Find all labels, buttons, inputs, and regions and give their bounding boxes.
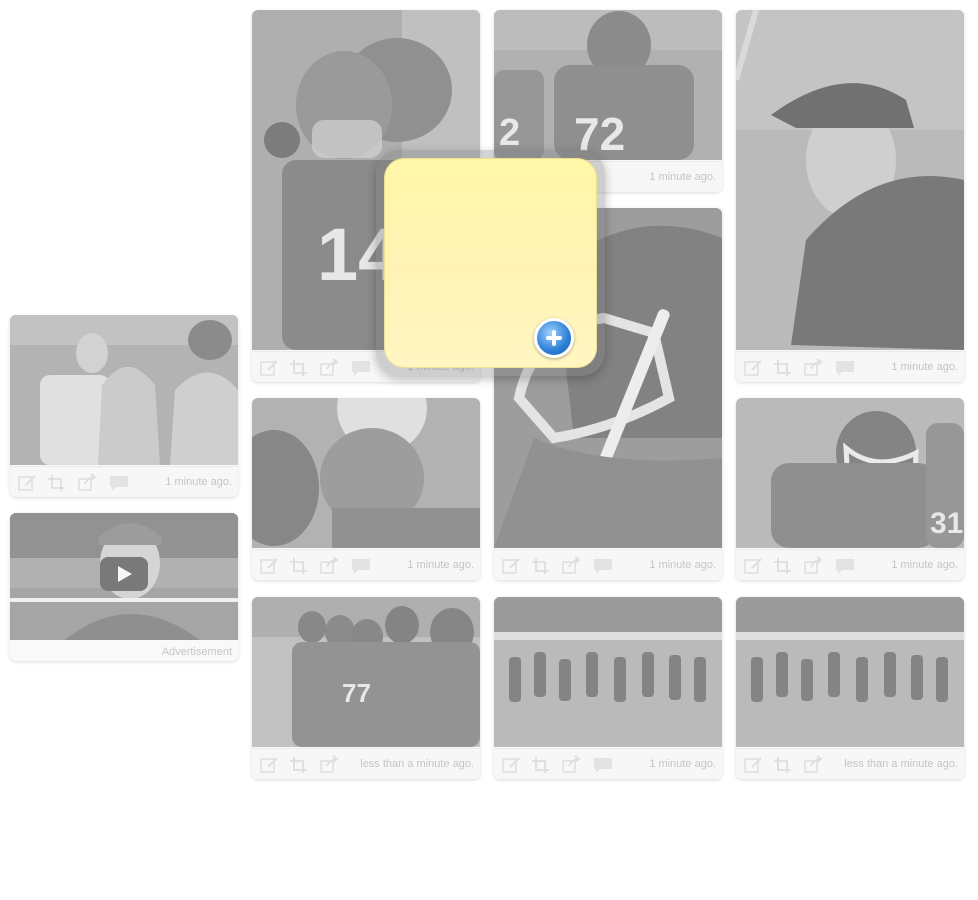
play-button[interactable] [100,557,148,591]
card-toolbar: less than a minute ago. [736,748,964,779]
crop-icon[interactable] [288,358,310,378]
card-toolbar: less than a minute ago. [252,748,480,779]
video-ad-card[interactable]: Advertisement [10,513,238,661]
sticky-note[interactable] [384,158,597,368]
photo[interactable] [252,398,480,548]
advertisement-label: Advertisement [161,646,232,658]
edit-icon[interactable] [500,556,522,576]
photo-card[interactable]: 31 1 minute ago. [736,398,964,580]
timestamp: 1 minute ago. [649,758,716,770]
edit-icon[interactable] [16,473,38,493]
photo-card[interactable]: 77 less than a minute ago. [252,597,480,779]
photo-board: 14 1 minute ago. 72 2 [0,0,978,900]
card-toolbar: 1 minute ago. [736,351,964,382]
edit-icon[interactable] [742,358,764,378]
share-icon[interactable] [560,755,582,775]
comment-icon[interactable] [592,755,614,775]
card-toolbar: 1 minute ago. [494,748,722,779]
share-icon[interactable] [318,755,340,775]
edit-icon[interactable] [742,755,764,775]
crop-icon[interactable] [288,556,310,576]
edit-icon[interactable] [258,556,280,576]
card-toolbar: 1 minute ago. [494,549,722,580]
photo[interactable] [736,597,964,747]
share-icon[interactable] [802,556,824,576]
video-progress[interactable] [10,598,238,602]
crop-icon[interactable] [46,473,68,493]
crop-icon[interactable] [288,755,310,775]
share-icon[interactable] [318,556,340,576]
sticky-note-frame [376,150,605,376]
photo[interactable] [10,315,238,465]
share-icon[interactable] [318,358,340,378]
crop-icon[interactable] [772,556,794,576]
timestamp: less than a minute ago. [360,758,474,770]
card-toolbar: 1 minute ago. [252,549,480,580]
edit-icon[interactable] [258,358,280,378]
comment-icon[interactable] [350,556,372,576]
card-toolbar: 1 minute ago. [736,549,964,580]
timestamp: less than a minute ago. [844,758,958,770]
photo-card[interactable]: 1 minute ago. [494,597,722,779]
photo[interactable]: 72 2 [494,10,722,160]
photo[interactable]: 77 [252,597,480,747]
photo[interactable] [736,10,964,350]
edit-icon[interactable] [258,755,280,775]
add-icon[interactable] [534,318,574,358]
edit-icon[interactable] [500,755,522,775]
crop-icon[interactable] [772,358,794,378]
timestamp: 1 minute ago. [407,559,474,571]
timestamp: 1 minute ago. [649,559,716,571]
photo-card[interactable]: 1 minute ago. [10,315,238,497]
timestamp: 1 minute ago. [891,559,958,571]
crop-icon[interactable] [530,755,552,775]
comment-icon[interactable] [834,358,856,378]
timestamp: 1 minute ago. [165,476,232,488]
photo-card[interactable]: less than a minute ago. [736,597,964,779]
share-icon[interactable] [560,556,582,576]
share-icon[interactable] [76,473,98,493]
svg-text:77: 77 [342,678,371,708]
svg-text:31: 31 [930,507,963,540]
comment-icon[interactable] [834,556,856,576]
photo-card[interactable]: 1 minute ago. [252,398,480,580]
comment-icon[interactable] [108,473,130,493]
timestamp: 1 minute ago. [649,171,716,183]
card-toolbar: 1 minute ago. [10,466,238,497]
crop-icon[interactable] [772,755,794,775]
photo[interactable]: 31 [736,398,964,548]
comment-icon[interactable] [592,556,614,576]
photo[interactable] [494,597,722,747]
svg-text:2: 2 [499,112,520,154]
edit-icon[interactable] [742,556,764,576]
timestamp: 1 minute ago. [891,361,958,373]
share-icon[interactable] [802,755,824,775]
photo-card[interactable]: 1 minute ago. [736,10,964,382]
share-icon[interactable] [802,358,824,378]
crop-icon[interactable] [530,556,552,576]
comment-icon[interactable] [350,358,372,378]
